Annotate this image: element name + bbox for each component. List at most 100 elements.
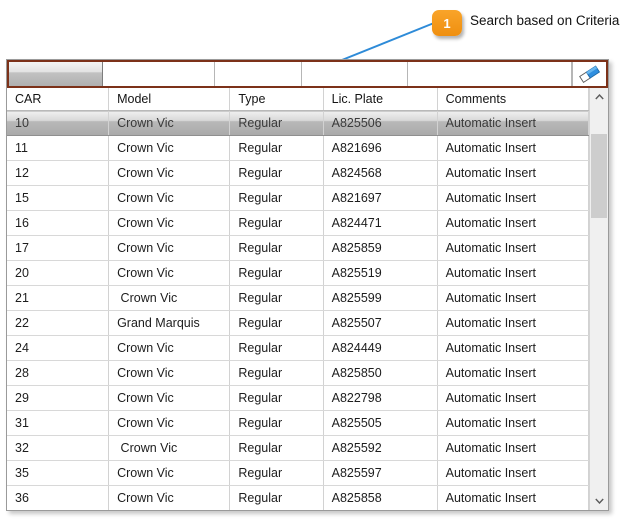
search-cell-comments[interactable] <box>408 62 572 86</box>
cell-model[interactable]: Crown Vic <box>109 186 230 211</box>
cell-car[interactable]: 29 <box>7 386 109 411</box>
table-row[interactable]: 29Crown VicRegularA822798Automatic Inser… <box>7 386 589 411</box>
cell-type[interactable]: Regular <box>230 111 323 136</box>
cell-plate[interactable]: A825859 <box>323 236 437 261</box>
cell-model[interactable]: Grand Marquis <box>109 311 230 336</box>
table-row[interactable]: 32 Crown VicRegularA825592Automatic Inse… <box>7 436 589 461</box>
grid-scroll-viewport[interactable]: CAR Model Type Lic. Plate Comments 10Cro… <box>7 88 589 510</box>
table-row[interactable]: 20Crown VicRegularA825519Automatic Inser… <box>7 261 589 286</box>
cell-car[interactable]: 36 <box>7 486 109 511</box>
vertical-scrollbar[interactable] <box>589 88 608 510</box>
cell-type[interactable]: Regular <box>230 161 323 186</box>
cell-comments[interactable]: Automatic Insert <box>437 361 588 386</box>
cell-comments[interactable]: Automatic Insert <box>437 436 588 461</box>
cell-car[interactable]: 20 <box>7 261 109 286</box>
cell-comments[interactable]: Automatic Insert <box>437 236 588 261</box>
cell-type[interactable]: Regular <box>230 211 323 236</box>
cell-type[interactable]: Regular <box>230 311 323 336</box>
cell-car[interactable]: 21 <box>7 286 109 311</box>
cell-car[interactable]: 32 <box>7 436 109 461</box>
cell-comments[interactable]: Automatic Insert <box>437 336 588 361</box>
cell-type[interactable]: Regular <box>230 336 323 361</box>
cell-car[interactable]: 35 <box>7 461 109 486</box>
cell-comments[interactable]: Automatic Insert <box>437 386 588 411</box>
scrollbar-thumb[interactable] <box>591 134 607 218</box>
column-header-plate[interactable]: Lic. Plate <box>323 88 437 111</box>
cell-car[interactable]: 16 <box>7 211 109 236</box>
cell-car[interactable]: 31 <box>7 411 109 436</box>
cell-model[interactable]: Crown Vic <box>109 211 230 236</box>
search-input-comments[interactable] <box>408 62 571 86</box>
column-header-car[interactable]: CAR <box>7 88 109 111</box>
cell-car[interactable]: 17 <box>7 236 109 261</box>
cell-model[interactable]: Crown Vic <box>109 486 230 511</box>
table-row[interactable]: 17Crown VicRegularA825859Automatic Inser… <box>7 236 589 261</box>
table-row[interactable]: 31Crown VicRegularA825505Automatic Inser… <box>7 411 589 436</box>
table-row[interactable]: 22Grand MarquisRegularA825507Automatic I… <box>7 311 589 336</box>
search-input-type[interactable] <box>215 62 301 86</box>
cell-comments[interactable]: Automatic Insert <box>437 486 588 511</box>
search-input-plate[interactable] <box>302 62 407 86</box>
search-cell-car[interactable] <box>9 62 103 86</box>
table-row[interactable]: 15Crown VicRegularA821697Automatic Inser… <box>7 186 589 211</box>
cell-comments[interactable]: Automatic Insert <box>437 111 588 136</box>
clear-filter-button[interactable] <box>572 62 606 86</box>
cell-plate[interactable]: A825599 <box>323 286 437 311</box>
cell-comments[interactable]: Automatic Insert <box>437 136 588 161</box>
table-row[interactable]: 16Crown VicRegularA824471Automatic Inser… <box>7 211 589 236</box>
cell-car[interactable]: 28 <box>7 361 109 386</box>
cell-car[interactable]: 15 <box>7 186 109 211</box>
table-row[interactable]: 12Crown VicRegularA824568Automatic Inser… <box>7 161 589 186</box>
cell-model[interactable]: Crown Vic <box>109 136 230 161</box>
cell-plate[interactable]: A825519 <box>323 261 437 286</box>
cell-comments[interactable]: Automatic Insert <box>437 161 588 186</box>
cell-plate[interactable]: A825507 <box>323 311 437 336</box>
table-row[interactable]: 24Crown VicRegularA824449Automatic Inser… <box>7 336 589 361</box>
cell-comments[interactable]: Automatic Insert <box>437 286 588 311</box>
cell-plate[interactable]: A825597 <box>323 461 437 486</box>
cell-plate[interactable]: A821696 <box>323 136 437 161</box>
search-criteria-row[interactable] <box>7 60 608 88</box>
cell-car[interactable]: 12 <box>7 161 109 186</box>
cell-plate[interactable]: A825592 <box>323 436 437 461</box>
cell-model[interactable]: Crown Vic <box>109 361 230 386</box>
cell-plate[interactable]: A821697 <box>323 186 437 211</box>
cell-plate[interactable]: A825858 <box>323 486 437 511</box>
cell-car[interactable]: 11 <box>7 136 109 161</box>
cell-car[interactable]: 24 <box>7 336 109 361</box>
cell-plate[interactable]: A824449 <box>323 336 437 361</box>
table-row[interactable]: 35Crown VicRegularA825597Automatic Inser… <box>7 461 589 486</box>
cell-type[interactable]: Regular <box>230 436 323 461</box>
column-header-comments[interactable]: Comments <box>437 88 588 111</box>
cell-car[interactable]: 10 <box>7 111 109 136</box>
cell-model[interactable]: Crown Vic <box>109 111 230 136</box>
cell-type[interactable]: Regular <box>230 386 323 411</box>
cell-type[interactable]: Regular <box>230 186 323 211</box>
cell-plate[interactable]: A825850 <box>323 361 437 386</box>
table-row[interactable]: 28Crown VicRegularA825850Automatic Inser… <box>7 361 589 386</box>
cell-comments[interactable]: Automatic Insert <box>437 411 588 436</box>
cell-comments[interactable]: Automatic Insert <box>437 211 588 236</box>
search-input-model[interactable] <box>103 62 215 86</box>
cell-plate[interactable]: A824471 <box>323 211 437 236</box>
table-row[interactable]: 10Crown VicRegularA825506Automatic Inser… <box>7 111 589 136</box>
search-input-car[interactable] <box>9 62 102 86</box>
cell-model[interactable]: Crown Vic <box>109 286 230 311</box>
cell-comments[interactable]: Automatic Insert <box>437 261 588 286</box>
cell-type[interactable]: Regular <box>230 286 323 311</box>
cell-model[interactable]: Crown Vic <box>109 161 230 186</box>
table-row[interactable]: 21 Crown VicRegularA825599Automatic Inse… <box>7 286 589 311</box>
cell-type[interactable]: Regular <box>230 486 323 511</box>
cell-model[interactable]: Crown Vic <box>109 411 230 436</box>
cell-type[interactable]: Regular <box>230 361 323 386</box>
cell-type[interactable]: Regular <box>230 136 323 161</box>
cell-type[interactable]: Regular <box>230 461 323 486</box>
cell-plate[interactable]: A825506 <box>323 111 437 136</box>
cell-type[interactable]: Regular <box>230 236 323 261</box>
cell-type[interactable]: Regular <box>230 411 323 436</box>
cell-plate[interactable]: A822798 <box>323 386 437 411</box>
cell-model[interactable]: Crown Vic <box>109 461 230 486</box>
cell-model[interactable]: Crown Vic <box>109 261 230 286</box>
scroll-up-button[interactable] <box>590 88 608 106</box>
cell-comments[interactable]: Automatic Insert <box>437 461 588 486</box>
